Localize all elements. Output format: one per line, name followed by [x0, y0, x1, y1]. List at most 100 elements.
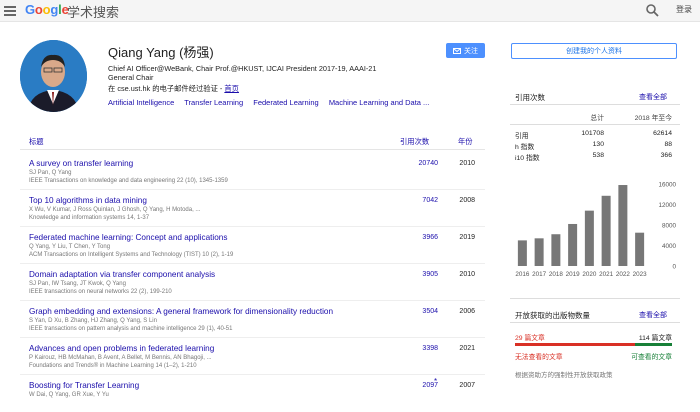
- chart-bar[interactable]: [517, 240, 527, 266]
- available-label[interactable]: 可查看的文章: [620, 351, 672, 361]
- article-cites[interactable]: 3905: [408, 271, 438, 278]
- col-all-header: 总计: [590, 115, 604, 122]
- col-title-header[interactable]: 标题: [29, 137, 44, 147]
- chart-bar[interactable]: [551, 234, 561, 266]
- article-authors: SJ Pan, Q Yang: [29, 170, 72, 176]
- article-title[interactable]: Boosting for Transfer Learning: [29, 381, 139, 390]
- article-venue: IEEE Transactions on knowledge and data …: [29, 178, 228, 184]
- y-tick-label: 8000: [662, 223, 677, 230]
- search-icon[interactable]: [645, 3, 659, 17]
- x-tick-label: 2023: [633, 271, 648, 278]
- citations-chart: 16000120008000400002016 2017 2018 2019 2020 2…: [515, 182, 677, 279]
- article-venue: Knowledge and information systems 14, 1-…: [29, 215, 150, 221]
- stat-all-i10-index: 538: [592, 152, 604, 159]
- divider: [510, 124, 680, 125]
- unavailable-label[interactable]: 无法查看的文章: [515, 351, 563, 361]
- article-cites[interactable]: 7042: [408, 197, 438, 204]
- x-tick-label: 2017: [532, 271, 547, 278]
- article-cites[interactable]: 20740: [408, 160, 438, 167]
- stat-all-citations: 101708: [581, 130, 604, 137]
- article-cites[interactable]: 3504: [408, 308, 438, 315]
- article-year: 2021: [459, 345, 475, 352]
- citations-view-all[interactable]: 查看全部: [639, 92, 667, 102]
- affiliation-line-2: General Chair: [108, 73, 154, 82]
- article-title[interactable]: A survey on transfer learning: [29, 159, 133, 168]
- col-cited-header[interactable]: 引用次数: [400, 137, 429, 147]
- article-venue: Foundations and Trends® in Machine Learn…: [29, 363, 197, 369]
- article-title[interactable]: Graph embedding and extensions: A genera…: [29, 307, 333, 316]
- profile-affiliation: Chief AI Officer@WeBank, Chair Prof.@HKU…: [108, 64, 438, 82]
- article-venue: IEEE transactions on pattern analysis an…: [29, 326, 233, 332]
- article-title[interactable]: Top 10 algorithms in data mining: [29, 196, 147, 205]
- create-profile-button[interactable]: 创建我的个人资料: [511, 43, 677, 59]
- available-count: 114 篇文章: [638, 335, 672, 342]
- verified-email: 在 cse.ust.hk 的电子邮件经过验证 - 首页: [108, 84, 239, 94]
- top-bar: Google 学术搜索 登录: [0, 0, 700, 22]
- stat-since-citations: 62614: [653, 130, 672, 137]
- stat-label-i10-index[interactable]: i10 指数: [515, 152, 540, 162]
- follow-button[interactable]: 关注: [446, 43, 485, 58]
- chart-bar[interactable]: [584, 210, 594, 266]
- table-row: Graph embedding and extensions: A genera…: [20, 301, 485, 338]
- open-access-view-all[interactable]: 查看全部: [639, 310, 667, 320]
- article-authors: P Kairouz, HB McMahan, B Avent, A Bellet…: [29, 355, 212, 361]
- article-cites[interactable]: 3966: [408, 234, 438, 241]
- article-authors: S Yan, D Xu, B Zhang, HJ Zhang, Q Yang, …: [29, 318, 157, 324]
- table-row: Advances and open problems in federated …: [20, 338, 485, 375]
- stat-label-citations[interactable]: 引用: [515, 130, 529, 140]
- affiliation-line-1: Chief AI Officer@WeBank, Chair Prof.@HKU…: [108, 64, 377, 73]
- stat-label-h-index[interactable]: h 指数: [515, 141, 534, 151]
- table-row: Domain adaptation via transfer component…: [20, 264, 485, 301]
- table-row: Boosting for Transfer Learning W Dai, Q …: [20, 375, 485, 412]
- interest-tag[interactable]: Federated Learning: [253, 98, 318, 107]
- interest-tag[interactable]: Machine Learning and Data ...: [329, 98, 429, 107]
- x-tick-label: 2019: [566, 271, 581, 278]
- open-access-title: 开放获取的出版物数量: [515, 311, 590, 320]
- logo-letter: g: [50, 2, 59, 17]
- homepage-link[interactable]: 首页: [224, 84, 239, 93]
- avatar: [20, 40, 87, 112]
- article-venue: IEEE transactions on neural networks 22 …: [29, 289, 172, 295]
- table-row: Top 10 algorithms in data mining X Wu, V…: [20, 190, 485, 227]
- unavailable-count: 29 篇文章: [515, 335, 545, 342]
- article-authors: X Wu, V Kumar, J Ross Quinlan, J Ghosh, …: [29, 207, 201, 213]
- chart-bar[interactable]: [618, 185, 628, 266]
- chart-bar[interactable]: [568, 223, 578, 266]
- citations-title: 引用次数: [515, 93, 545, 102]
- x-tick-label: 2020: [582, 271, 597, 278]
- logo-letter: o: [34, 2, 43, 17]
- article-authors: SJ Pan, IW Tsang, JT Kwok, Q Yang: [29, 281, 126, 287]
- col-year-header[interactable]: 年份: [458, 137, 473, 147]
- article-year: 2008: [459, 197, 475, 204]
- chart-bar[interactable]: [601, 195, 611, 266]
- y-tick-label: 12000: [658, 202, 676, 209]
- stat-all-h-index: 130: [592, 141, 604, 148]
- interest-tag[interactable]: Transfer Learning: [184, 98, 243, 107]
- menu-icon[interactable]: [4, 4, 16, 16]
- scholar-label[interactable]: 学术搜索: [67, 2, 119, 21]
- x-tick-label: 2022: [616, 271, 631, 278]
- article-title[interactable]: Federated machine learning: Concept and …: [29, 233, 227, 242]
- stat-since-h-index: 88: [664, 141, 672, 148]
- article-title[interactable]: Advances and open problems in federated …: [29, 344, 214, 353]
- chart-bar[interactable]: [534, 238, 544, 266]
- google-logo[interactable]: Google: [25, 2, 69, 17]
- interest-tags: Artificial Intelligence Transfer Learnin…: [108, 98, 437, 107]
- divider: [510, 322, 680, 323]
- col-since-header: 2018 年至今: [634, 115, 672, 122]
- y-tick-label: 16000: [658, 182, 676, 189]
- interest-tag[interactable]: Artificial Intelligence: [108, 98, 174, 107]
- login-link[interactable]: 登录: [676, 4, 692, 15]
- article-year: 2010: [459, 271, 475, 278]
- stat-since-i10-index: 366: [660, 152, 672, 159]
- envelope-icon: [453, 47, 461, 54]
- chart-bar[interactable]: [635, 232, 645, 266]
- x-tick-label: 2016: [515, 271, 530, 278]
- article-cites[interactable]: 3398: [408, 345, 438, 352]
- divider: [510, 298, 680, 299]
- article-title[interactable]: Domain adaptation via transfer component…: [29, 270, 215, 279]
- available-bar: [635, 343, 672, 346]
- article-authors: Q Yang, Y Liu, T Chen, Y Tong: [29, 244, 111, 250]
- table-row: A survey on transfer learning SJ Pan, Q …: [20, 153, 485, 190]
- merged-citation-star[interactable]: *: [434, 377, 437, 386]
